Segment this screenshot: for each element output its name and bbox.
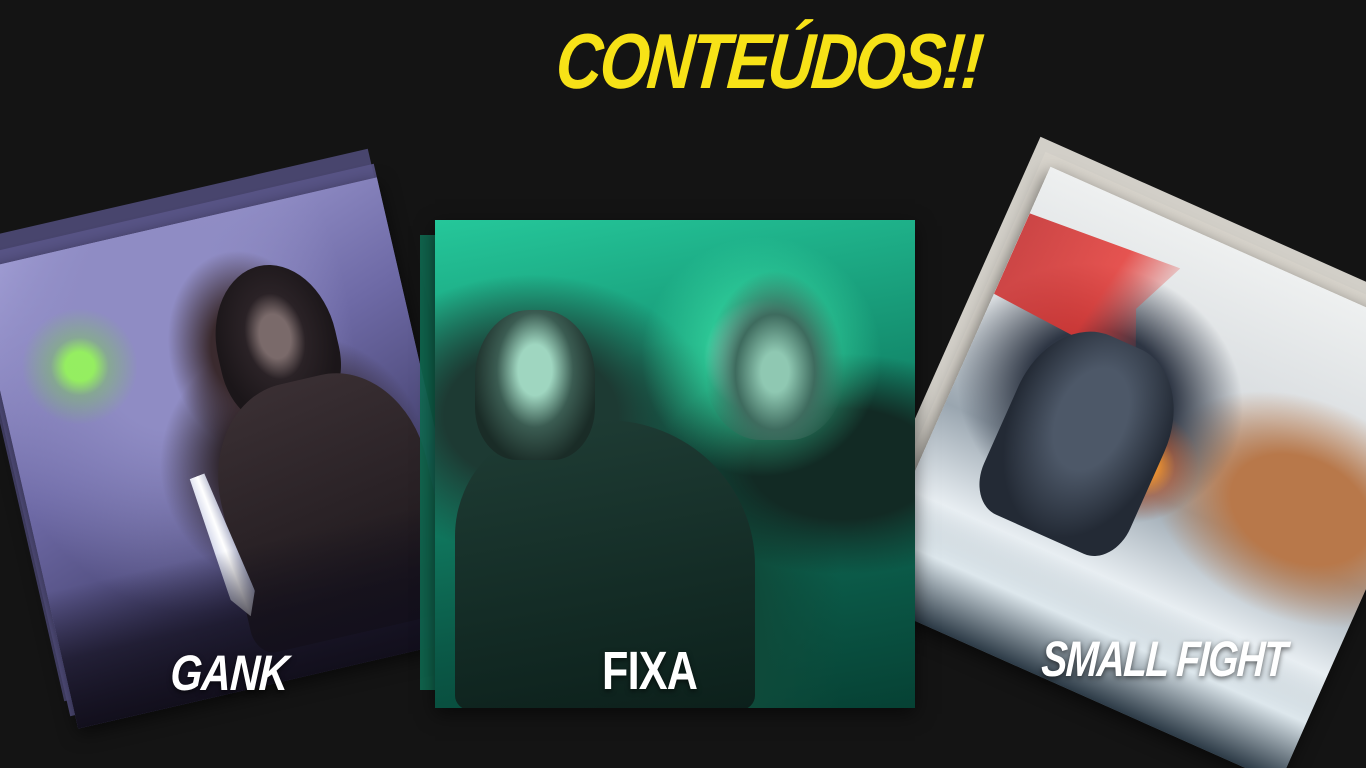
small-fight-card-label: SMALL FIGHT — [1040, 631, 1288, 687]
fixa-card-image[interactable] — [435, 220, 915, 708]
stage: CONTEÚDOS!! GANK FIXA SMALL FIGHT — [0, 0, 1366, 768]
gank-card-label: GANK — [168, 645, 290, 701]
page-title: CONTEÚDOS!! — [552, 17, 985, 105]
skeletal-hand-illustration — [705, 270, 845, 440]
fixa-card-label: FIXA — [602, 641, 698, 701]
undead-skull-illustration — [475, 310, 595, 460]
